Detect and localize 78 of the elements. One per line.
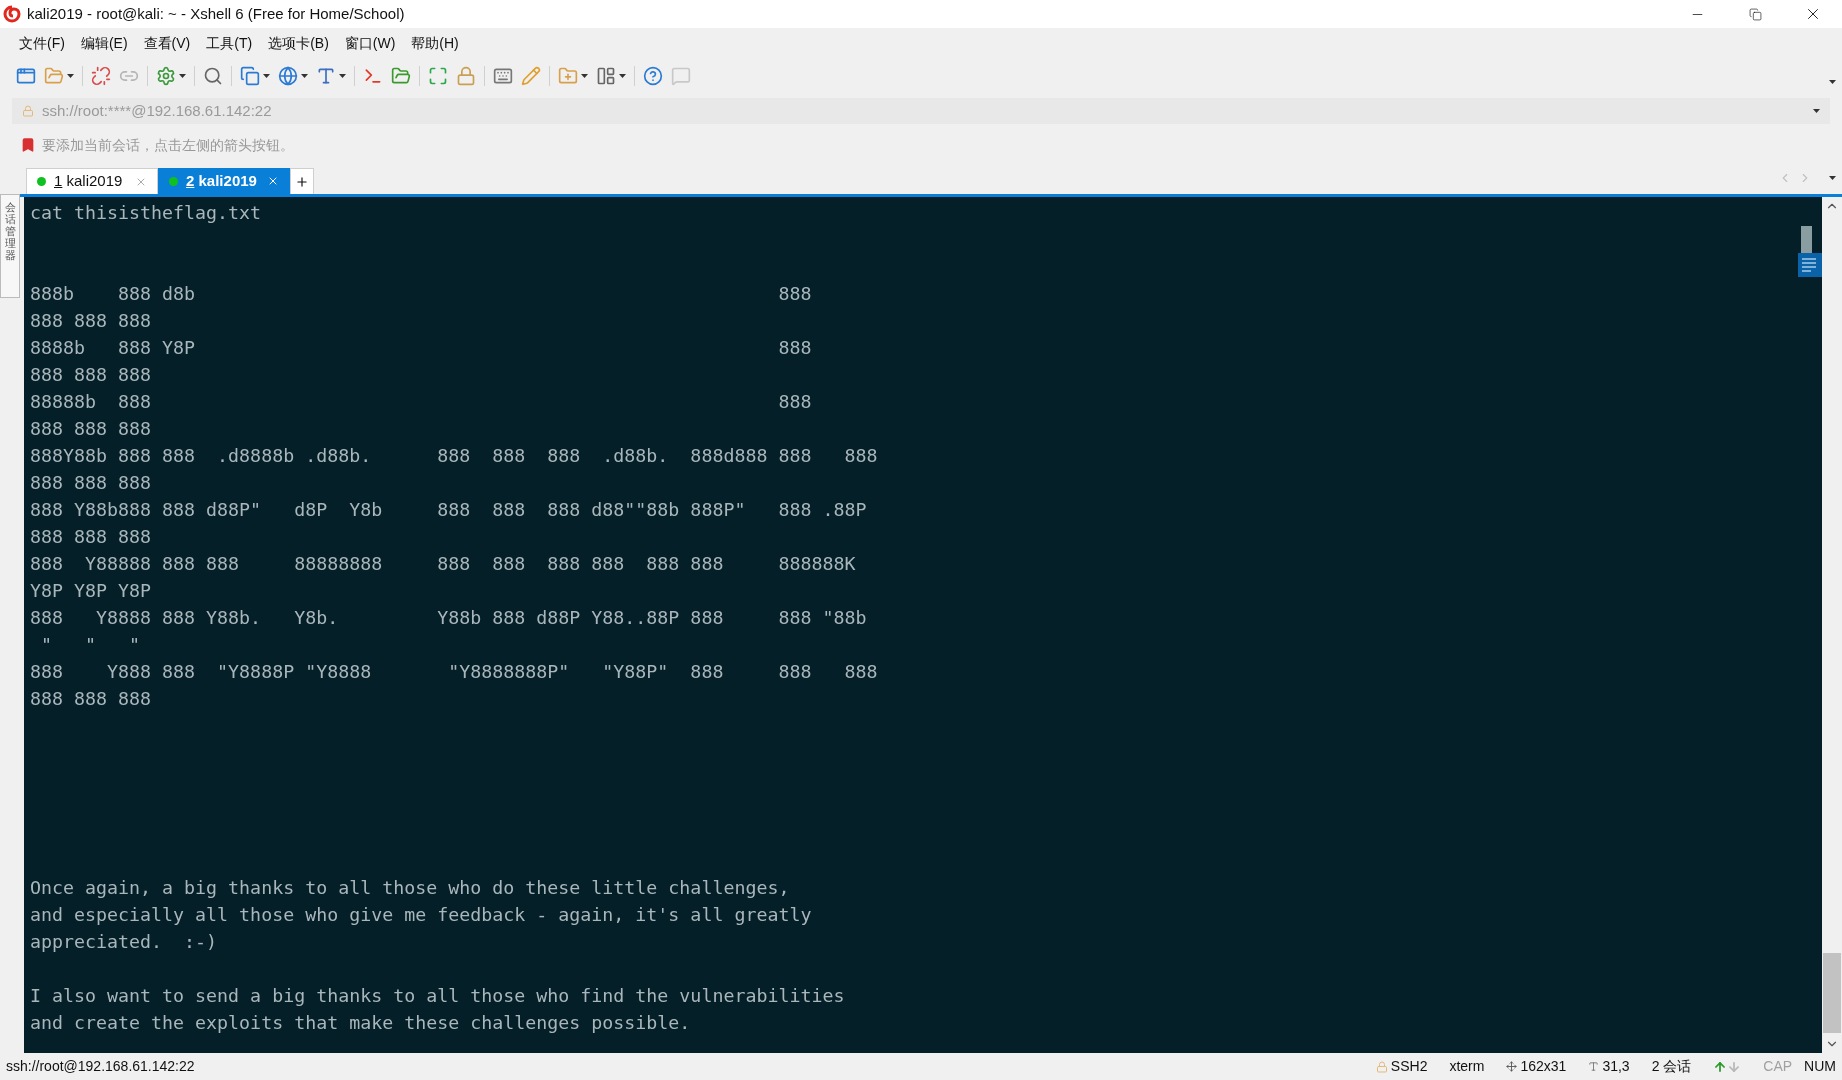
status-size: 162x31 — [1520, 1057, 1567, 1076]
terminal-line: 888b 888 d8b 888 — [30, 282, 812, 306]
keyboard-icon[interactable] — [493, 66, 513, 86]
caret-icon[interactable] — [619, 74, 626, 78]
lock-icon[interactable] — [456, 66, 476, 86]
font-icon[interactable] — [316, 66, 336, 86]
caret-icon[interactable] — [1829, 176, 1836, 180]
caret-icon[interactable] — [301, 74, 308, 78]
caret-icon[interactable] — [179, 74, 186, 78]
window-title: kali2019 - root@kali: ~ - Xshell 6 (Free for Home/School) — [27, 3, 405, 24]
terminal-line: Once again, a big thanks to all those who do these little challenges, — [30, 876, 790, 900]
lock-icon — [22, 105, 34, 117]
terminal-pane[interactable] — [24, 197, 1822, 1053]
caret-icon[interactable] — [339, 74, 346, 78]
search-icon[interactable] — [203, 66, 223, 86]
caret-icon[interactable] — [1829, 80, 1836, 84]
session-manager-side-tab[interactable]: 会话管理器 — [0, 194, 20, 298]
hint-text: 要添加当前会话，点击左侧的箭头按钮。 — [42, 135, 294, 155]
session-tab[interactable]: 1 kali2019 — [26, 168, 158, 194]
terminal-line: " " " — [40, 633, 141, 657]
terminal-line: and especially all those who give me feedback - again, it's all greatly — [30, 903, 812, 927]
caret-icon[interactable] — [263, 74, 270, 78]
terminal-line: 8888b 888 Y8P 888 — [30, 336, 812, 360]
status-protocol: SSH2 — [1390, 1057, 1428, 1076]
menu-item[interactable]: 帮助(H) — [404, 32, 466, 54]
terminal-line: I also want to send a big thanks to all those who find the vulnerabilities — [30, 984, 845, 1008]
download-icon — [1727, 1059, 1742, 1074]
terminal-line: 888 888 888 — [30, 417, 152, 441]
menu-item[interactable]: 工具(T) — [199, 32, 260, 54]
terminal-line: 888 888 888 — [30, 687, 152, 711]
menu-item[interactable]: 窗口(W) — [337, 32, 403, 54]
session-tab[interactable]: 2 kali2019 — [158, 168, 290, 194]
new-tab-button[interactable] — [290, 168, 314, 194]
help-icon[interactable] — [643, 66, 663, 86]
close-tab-icon[interactable] — [267, 175, 279, 187]
keyboard-lock-indicator: NUM — [1804, 1057, 1836, 1076]
terminal-line: 888 888 888 — [30, 525, 152, 549]
upload-icon — [1713, 1059, 1728, 1074]
terminal-line: 88888b 888 888 — [30, 390, 812, 414]
cursor-position-icon — [1588, 1061, 1600, 1072]
terminal-line: appreciated. :-) — [30, 930, 218, 954]
minimap-marker — [1801, 226, 1812, 253]
disconnect-icon[interactable] — [91, 66, 111, 86]
status-sessions: 2 会话 — [1651, 1057, 1692, 1076]
menu-item[interactable]: 查看(V) — [136, 32, 198, 54]
menu-item[interactable]: 编辑(E) — [73, 32, 135, 54]
terminal-line: 888 Y88b888 888 d88P" d8P Y8b 888 888 888 d88""88b 888P" 888 .88P — [30, 498, 867, 522]
terminal-line: 888Y88b 888 888 .d8888b .d88b. 888 888 888 .d88b. 888d888 888 888 — [30, 444, 878, 468]
terminal-line: 888 888 888 — [30, 363, 152, 387]
status-terminal-type: xterm — [1449, 1057, 1485, 1076]
menu-item[interactable]: 选项卡(B) — [261, 32, 336, 54]
scrollbar-thumb[interactable] — [1823, 953, 1841, 1033]
menu-item[interactable]: 文件(F) — [12, 32, 72, 54]
keyboard-lock-indicator: CAP — [1763, 1057, 1793, 1076]
terminal-line: 888 888 888 — [30, 471, 152, 495]
layout-icon[interactable] — [596, 66, 616, 86]
terminal-line: Y8P Y8P Y8P — [30, 579, 152, 603]
compose-list-icon[interactable] — [1798, 253, 1822, 277]
terminal-line: cat thisistheflag.txt — [30, 201, 262, 225]
caret-icon[interactable] — [1813, 109, 1820, 113]
terminal-line: 888 Y88888 888 888 88888888 888 888 888 888 888 888 888888K — [30, 552, 856, 576]
status-cursor: 31,3 — [1602, 1057, 1630, 1076]
terminal-line: 888 Y888 888 "Y8888P "Y8888 "Y8888888P" "Y88P" 888 888 888 — [30, 660, 878, 684]
highlighter-icon[interactable] — [521, 66, 541, 86]
globe-icon[interactable] — [278, 66, 298, 86]
terminal-line: and create the exploits that make these challenges possible. — [30, 1011, 691, 1035]
status-connection: ssh://root@192.168.61.142:22 — [6, 1057, 195, 1076]
plus-icon[interactable] — [295, 174, 309, 189]
app-logo-icon — [3, 5, 21, 23]
caret-icon[interactable] — [67, 74, 74, 78]
resize-icon — [1506, 1061, 1518, 1072]
lock-icon — [1375, 1060, 1388, 1073]
terminal-line: 888 Y8888 888 Y88b. Y8b. Y88b 888 d88P Y88..88P 888 888 "88b — [30, 606, 867, 630]
terminal-line: 888 888 888 — [30, 309, 152, 333]
fullscreen-icon[interactable] — [428, 66, 448, 86]
caret-icon[interactable] — [581, 74, 588, 78]
new-session-icon[interactable] — [16, 66, 36, 86]
restore-icon[interactable] — [1748, 7, 1762, 21]
